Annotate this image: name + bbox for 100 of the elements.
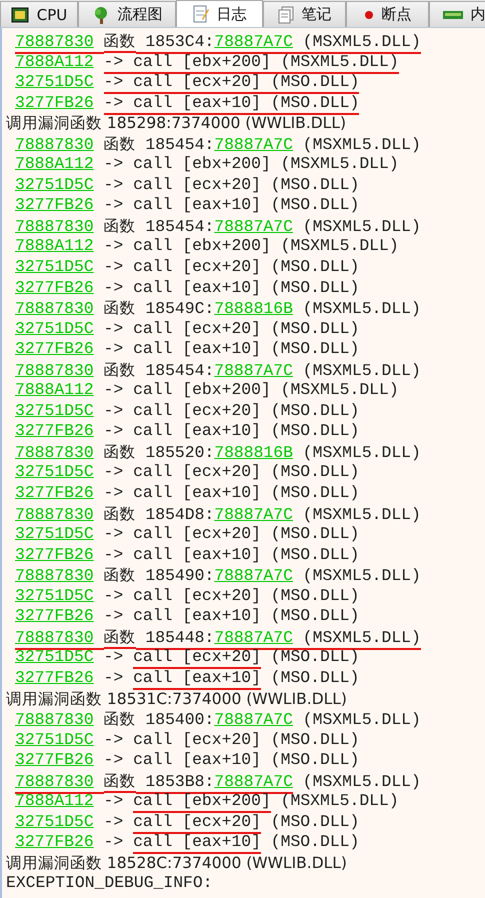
offset-text: 1853C4:: [145, 32, 214, 54]
target-link[interactable]: 78887A7C: [214, 628, 293, 650]
tab[interactable]: CPU: [0, 1, 78, 27]
address-link[interactable]: 32751D5C: [15, 462, 94, 482]
arrow-text: ->: [104, 647, 124, 666]
function-label: 函数: [104, 442, 136, 461]
module-name: (MSXML5.DLL): [302, 134, 421, 154]
address-link[interactable]: 7888A112: [15, 52, 94, 71]
tab[interactable]: 流程图: [78, 1, 176, 27]
address-link[interactable]: 78887830: [15, 566, 94, 586]
address-link[interactable]: 32751D5C: [15, 318, 94, 338]
address-link[interactable]: 78887830: [15, 628, 94, 650]
module-name: (MSO.DLL): [270, 750, 360, 770]
address-link[interactable]: 32751D5C: [15, 174, 94, 194]
tab[interactable]: 内: [429, 1, 485, 27]
address-link[interactable]: 7888A112: [15, 236, 94, 256]
instruction-text: call [ebx+200]: [133, 236, 271, 256]
tab[interactable]: 日志: [176, 0, 263, 27]
arrow-text: ->: [104, 730, 124, 749]
instruction-text: call [eax+10]: [133, 832, 261, 854]
arrow-text: ->: [104, 195, 124, 214]
address-link[interactable]: 3277FB26: [15, 668, 94, 687]
offset-text: 185454:: [145, 134, 214, 154]
address-link[interactable]: 3277FB26: [15, 339, 94, 358]
target-link[interactable]: 78887A7C: [214, 566, 293, 586]
address-link[interactable]: 32751D5C: [15, 257, 94, 276]
address-link[interactable]: 3277FB26: [15, 483, 94, 502]
offset-text: 185490:: [145, 566, 214, 586]
module-name: (MSO.DLL): [270, 483, 360, 502]
log-message: EXCEPTION_DEBUG_INFO:: [6, 873, 213, 892]
target-link[interactable]: 78887A7C: [214, 710, 293, 730]
module-name: (MSO.DLL): [270, 586, 360, 605]
instruction-text: call [eax+10]: [133, 92, 261, 115]
instruction-text: call [ecx+20]: [133, 462, 261, 482]
address-link[interactable]: 78887830: [15, 216, 94, 236]
module-name: (MSO.DLL): [270, 92, 360, 115]
address-link[interactable]: 32751D5C: [15, 812, 94, 831]
tab[interactable]: 笔记: [263, 1, 346, 27]
address-link[interactable]: 32751D5C: [15, 524, 94, 544]
function-label: 函数: [104, 216, 136, 235]
arrow-text: ->: [104, 812, 124, 831]
function-label: 函数: [104, 32, 136, 53]
arrow-text: ->: [104, 174, 124, 194]
address-link[interactable]: 32751D5C: [15, 586, 94, 605]
instruction-text: call [eax+10]: [133, 544, 261, 564]
arrow-text: ->: [104, 483, 124, 502]
address-link[interactable]: 3277FB26: [15, 278, 94, 297]
instruction-text: call [eax+10]: [133, 668, 261, 690]
address-link[interactable]: 3277FB26: [15, 195, 94, 214]
target-link[interactable]: 78887A7C: [214, 504, 293, 524]
module-name: (MSO.DLL): [270, 524, 360, 544]
address-link[interactable]: 78887830: [15, 134, 94, 154]
address-link[interactable]: 3277FB26: [15, 421, 94, 440]
address-link[interactable]: 32751D5C: [15, 647, 94, 666]
address-link[interactable]: 3277FB26: [15, 832, 94, 852]
address-link[interactable]: 78887830: [15, 299, 94, 318]
module-name: (MSXML5.DLL): [302, 710, 421, 730]
address-link[interactable]: 7888A112: [15, 380, 94, 400]
address-link[interactable]: 32751D5C: [15, 730, 94, 749]
arrow-text: ->: [104, 400, 124, 420]
target-link[interactable]: 78887A7C: [214, 360, 293, 380]
address-link[interactable]: 7888A112: [15, 791, 94, 810]
address-link[interactable]: 78887830: [15, 710, 94, 730]
tab[interactable]: 断点: [346, 1, 429, 27]
offset-text: 1853B8:: [145, 772, 214, 794]
address-link[interactable]: 3277FB26: [15, 544, 94, 564]
module-name: (MSXML5.DLL): [302, 566, 421, 586]
target-link[interactable]: 7888816B: [214, 442, 293, 462]
instruction-text: call [ebx+200]: [133, 154, 271, 174]
address-link[interactable]: 78887830: [15, 772, 94, 794]
breakpoint-dot-icon: [364, 10, 374, 20]
address-link[interactable]: 78887830: [15, 32, 94, 54]
instruction-text: call [ecx+20]: [133, 72, 261, 94]
address-link[interactable]: 32751D5C: [15, 72, 94, 92]
arrow-text: ->: [104, 52, 124, 74]
log-message: 调用漏洞函数 18531C:7374000 (WWLIB.DLL): [6, 690, 347, 708]
target-link[interactable]: 78887A7C: [214, 216, 293, 236]
memory-icon: [442, 10, 462, 20]
target-link[interactable]: 78887A7C: [214, 32, 293, 54]
offset-text: 18549C:: [145, 299, 214, 318]
module-name: (MSO.DLL): [270, 832, 360, 852]
address-link[interactable]: 78887830: [15, 504, 94, 524]
target-link[interactable]: 7888816B: [214, 299, 293, 318]
address-link[interactable]: 3277FB26: [15, 606, 94, 626]
instruction-text: call [eax+10]: [133, 339, 261, 358]
target-link[interactable]: 78887A7C: [214, 772, 293, 794]
offset-text: 185448:: [145, 628, 214, 650]
target-link[interactable]: 78887A7C: [214, 134, 293, 154]
instruction-text: call [eax+10]: [133, 278, 261, 297]
module-name: (MSO.DLL): [270, 257, 360, 276]
address-link[interactable]: 78887830: [15, 360, 94, 380]
module-name: (MSXML5.DLL): [302, 299, 421, 318]
arrow-text: ->: [104, 278, 124, 297]
address-link[interactable]: 32751D5C: [15, 400, 94, 420]
address-link[interactable]: 7888A112: [15, 154, 94, 174]
address-link[interactable]: 78887830: [15, 442, 94, 462]
address-link[interactable]: 3277FB26: [15, 750, 94, 770]
instruction-text: call [ecx+20]: [133, 524, 261, 544]
address-link[interactable]: 3277FB26: [15, 92, 94, 112]
function-label: 函数: [104, 360, 136, 379]
